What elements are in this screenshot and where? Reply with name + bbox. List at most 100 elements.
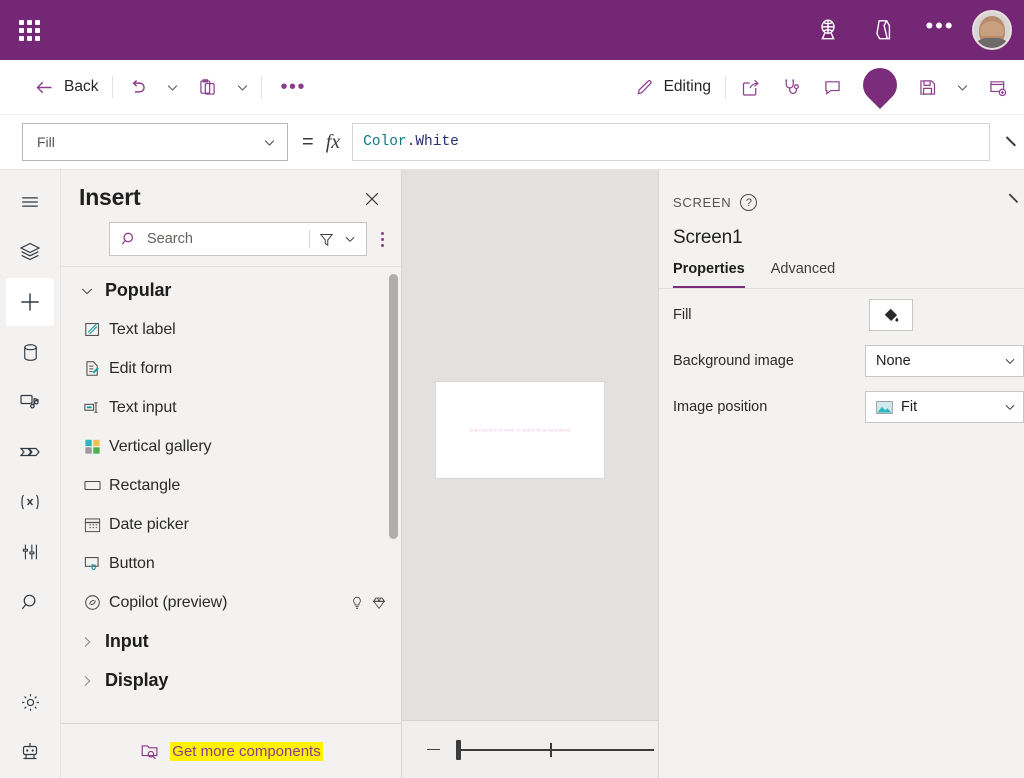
lightbulb-icon [353,596,361,609]
toolbar-divider [112,76,114,98]
get-more-components-label: Get more components [170,741,323,761]
property-select[interactable]: Fill [22,123,288,161]
list-item-label: Text label [109,320,176,338]
insert-more-options-button[interactable] [367,231,393,247]
zoom-slider[interactable] [456,739,654,761]
sidebar-item-power-automate[interactable] [6,428,54,476]
environment-icon [821,19,835,40]
property-row-background-image: Background image None [659,341,1024,381]
help-icon[interactable]: ? [740,194,758,211]
save-chevron-button[interactable] [948,67,977,107]
editing-mode-button[interactable]: Editing [625,67,721,107]
group-label: Display [105,670,169,690]
dropdown-value: None [876,353,911,369]
formula-expand-button[interactable] [998,127,1024,157]
list-item-vertical-gallery[interactable]: Vertical gallery [61,427,401,466]
list-item-text-label[interactable]: Text label [61,310,401,349]
insert-list-scrollbar[interactable] [389,269,398,719]
copilot-icon [75,593,109,612]
vertical-ellipsis-icon [380,231,384,235]
premium-diamond-icon [372,597,386,609]
canvas-stage[interactable]: Select an item to insert, or search for … [402,170,658,720]
list-item-text-input[interactable]: Text input [61,388,401,427]
list-item-badges [349,595,387,611]
image-icon [876,400,893,415]
list-item-rectangle[interactable]: Rectangle [61,466,401,505]
list-item-copilot-preview[interactable]: Copilot (preview) [61,583,401,622]
chevron-down-icon [345,236,355,242]
save-button[interactable] [907,67,948,107]
chevron-down-icon [238,84,248,91]
list-item-label: Date picker [109,515,189,533]
list-item-edit-form[interactable]: Edit form [61,349,401,388]
fill-color-button[interactable] [869,299,913,331]
formula-input[interactable]: Color .White [352,123,990,161]
group-header-input[interactable]: Input [61,622,401,661]
tab-advanced[interactable]: Advanced [771,261,836,288]
app-launcher-waffle-button[interactable] [0,19,58,41]
sidebar-item-search[interactable] [6,578,54,626]
zoom-slider-thumb[interactable] [456,739,461,760]
folder-search-icon [141,745,158,760]
back-button[interactable]: Back [24,67,108,107]
vertical-gallery-icon [75,437,109,456]
app-checker-button[interactable] [771,67,812,107]
chevron-down-icon [264,139,275,146]
app-bar-more-button[interactable]: ••• [912,0,968,60]
sidebar-item-tools[interactable] [6,528,54,576]
collapse-panel-button[interactable] [1006,186,1024,219]
text-label-icon [75,320,109,339]
command-toolbar-left: Back ••• [0,67,320,107]
insert-panel-header: Insert [61,170,401,214]
sidebar-item-tree-view[interactable] [6,228,54,276]
paste-button[interactable] [187,67,228,107]
undo-button[interactable] [117,67,158,107]
image-position-dropdown[interactable]: Fit [865,391,1024,423]
toolbar-more-button[interactable]: ••• [266,77,320,97]
paint-bucket-icon [884,308,898,322]
comment-icon [825,80,840,95]
share-button[interactable] [730,67,771,107]
avatar[interactable] [972,10,1012,50]
app-screen-preview[interactable]: Select an item to insert, or search for … [436,382,604,478]
zoom-out-button[interactable] [416,748,450,751]
group-header-popular[interactable]: Popular [61,271,401,310]
settings-gear-icon [21,693,39,711]
list-item-label: Vertical gallery [109,437,212,455]
sidebar-item-insert[interactable] [6,278,54,326]
sidebar-item-agents[interactable] [6,728,54,776]
search-input[interactable]: Search [109,222,367,256]
environment-button[interactable] [800,0,856,60]
tab-properties[interactable]: Properties [673,261,745,288]
copilot-button[interactable] [855,60,905,110]
sidebar-item-data[interactable] [6,328,54,376]
list-item-date-picker[interactable]: Date picker [61,505,401,544]
chevron-down-icon [1005,136,1016,147]
paste-chevron-button[interactable] [228,67,257,107]
publish-button[interactable] [977,67,1018,107]
tools-icon [22,544,37,560]
sidebar-item-variables[interactable] [6,478,54,526]
get-more-components-button[interactable]: Get more components [61,723,401,778]
sidebar-item-menu[interactable] [6,178,54,226]
list-item-button[interactable]: Button [61,544,401,583]
dropdown-value: Fit [901,399,918,415]
sidebar-item-media[interactable] [6,378,54,426]
apps-button[interactable] [856,0,912,60]
sidebar-item-settings[interactable] [6,678,54,726]
comments-button[interactable] [812,67,853,107]
close-button[interactable] [357,184,387,214]
search-placeholder: Search [147,231,193,247]
filter-button[interactable] [314,231,338,248]
search-icon [21,594,35,609]
background-image-dropdown[interactable]: None [865,345,1024,377]
undo-chevron-button[interactable] [158,67,187,107]
search-icon [121,232,134,245]
group-header-display[interactable]: Display [61,661,401,700]
insert-icon [21,293,39,311]
insert-list-body: Popular Text label Edit form Text input … [61,267,401,700]
undo-icon [132,79,146,93]
scrollbar-thumb[interactable] [389,274,398,539]
apps-icon [876,20,891,40]
filter-chevron-button[interactable] [338,232,362,246]
